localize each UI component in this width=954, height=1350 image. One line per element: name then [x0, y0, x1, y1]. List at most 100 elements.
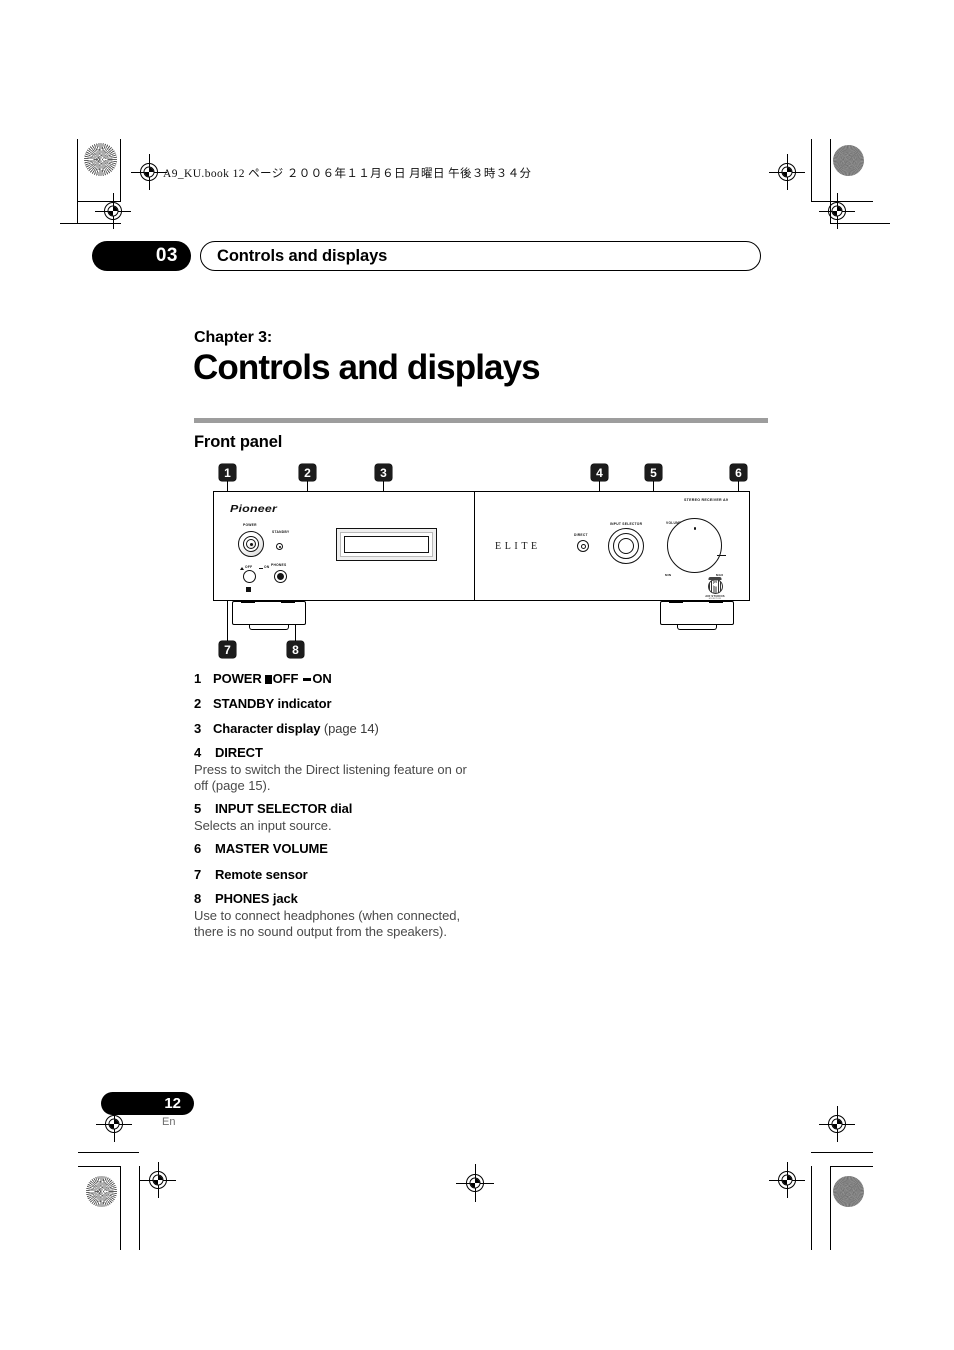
crop-mark [78, 1166, 120, 1167]
leader-line-3 [383, 481, 384, 543]
legend-term-1: POWER OFF ON [213, 671, 332, 686]
power-button-mid [243, 536, 259, 552]
volume-min-label: MIN [665, 573, 672, 577]
crop-mark [811, 1152, 873, 1153]
power-label: POWER [243, 523, 257, 527]
leader-line-2 [307, 481, 308, 549]
chassis-foot-tab [241, 600, 255, 603]
volume-label: VOLUME [666, 521, 682, 525]
leader-line-8 [295, 577, 296, 641]
off-marker-icon [240, 566, 244, 570]
power-button-center [249, 542, 253, 546]
crop-mark [811, 1166, 812, 1250]
pioneer-logo: Pioneer [230, 503, 278, 515]
crop-mark [811, 139, 812, 201]
callout-4: 4 [591, 464, 608, 481]
power-button-inner [246, 539, 256, 549]
chassis-foot-tab [709, 600, 723, 603]
callout-1: 1 [219, 464, 236, 481]
air-studios-globe-icon [707, 577, 723, 594]
crop-mark [830, 1166, 873, 1167]
section-title: Front panel [194, 433, 283, 451]
character-display-bevel [340, 532, 433, 557]
leader-line-7 [227, 581, 228, 641]
registration-target [456, 1164, 494, 1202]
legend-desc-5: Selects an input source. [194, 818, 332, 833]
phones-jack-hole [277, 573, 284, 580]
crop-mark [120, 1166, 121, 1250]
registration-target [95, 193, 131, 229]
air-studios-line1: AIR STUDIOS [705, 594, 725, 598]
chassis-foot-left [232, 601, 306, 625]
callout-5: 5 [645, 464, 662, 481]
standby-indicator [276, 543, 283, 550]
crop-mark [120, 139, 121, 201]
power-off-glyph-icon [264, 675, 272, 684]
chassis-foot-left-lip [249, 625, 289, 630]
standby-indicator-dot [278, 545, 281, 548]
legend-number-6: 6 [194, 841, 202, 856]
legend-term-1-on: ON [312, 671, 332, 686]
callout-3: 3 [375, 464, 392, 481]
registration-target [769, 1162, 805, 1198]
registration-rosette [86, 1176, 117, 1207]
receiver-chassis [213, 491, 750, 601]
callout-6: 6 [730, 464, 747, 481]
legend-number-7: 7 [194, 867, 202, 882]
phones-jack-ring [274, 570, 287, 583]
volume-knob-pointer [717, 555, 726, 557]
leader-line-2 [262, 549, 307, 550]
legend-number-2: 2 [194, 696, 202, 711]
legend-term-1-off: OFF [272, 671, 299, 686]
model-label: STEREO RECEIVER A9 [684, 498, 729, 502]
input-selector-dial-inner [618, 538, 634, 554]
registration-target [131, 154, 167, 190]
crop-mark [78, 1152, 139, 1153]
input-selector-label: INPUT SELECTOR [610, 522, 643, 526]
book-file-header: A9_KU.book 12 ページ ２００６年１１月６日 月曜日 午後３時３４分 [163, 168, 532, 180]
leader-line-6 [738, 481, 739, 553]
page-number-tab: 12 [101, 1092, 194, 1115]
air-studios-line2: MONITOR [708, 597, 722, 600]
registration-target [819, 1106, 855, 1142]
registration-rosette [84, 143, 117, 176]
legend-term-7: Remote sensor [215, 867, 308, 882]
phones-label: PHONES [271, 563, 287, 567]
leader-line-4 [588, 544, 599, 545]
legend-term-5: INPUT SELECTOR dial [215, 801, 353, 816]
running-head-chapter-number: 03 [92, 241, 191, 271]
leader-line-5 [653, 481, 654, 549]
character-display-bezel [336, 528, 437, 561]
panel-divider [474, 492, 476, 600]
legend-number-1: 1 [194, 671, 202, 686]
running-head: 03 Controls and displays [92, 241, 772, 271]
power-on-glyph-icon [303, 678, 312, 681]
air-studios-logo: AIR STUDIOS MONITOR [700, 577, 730, 600]
power-button-outer [238, 531, 264, 557]
crop-mark [830, 1166, 831, 1250]
page-language: En [162, 1116, 176, 1128]
chassis-foot-right [660, 601, 734, 625]
chassis-foot-right-lip [677, 625, 717, 630]
master-volume-knob [667, 518, 722, 573]
callout-8: 8 [287, 641, 304, 658]
direct-label: DIRECT [574, 533, 588, 537]
front-panel-diagram: 1 2 3 4 5 6 7 8 Pioneer POWER STANDBY OF [0, 0, 954, 1350]
legend-term-3-text: Character display [213, 721, 321, 736]
leader-line-8 [288, 577, 295, 578]
registration-rosette [833, 145, 864, 176]
page-title: Controls and displays [193, 348, 541, 387]
legend-term-6: MASTER VOLUME [215, 841, 328, 856]
leader-line-6 [718, 553, 738, 554]
leader-line-1 [227, 481, 228, 542]
leader-line-1 [227, 542, 243, 543]
legend-term-1-text: POWER [213, 671, 262, 686]
callout-2: 2 [299, 464, 316, 481]
legend-term-2: STANDBY indicator [213, 696, 332, 711]
legend-term-3: Character display (page 14) [213, 721, 379, 736]
input-selector-dial-outer [608, 528, 644, 564]
off-label: OFF [245, 565, 253, 569]
running-head-title: Controls and displays [200, 241, 761, 271]
leader-line-7 [227, 581, 247, 582]
legend-term-4: DIRECT [215, 745, 263, 760]
